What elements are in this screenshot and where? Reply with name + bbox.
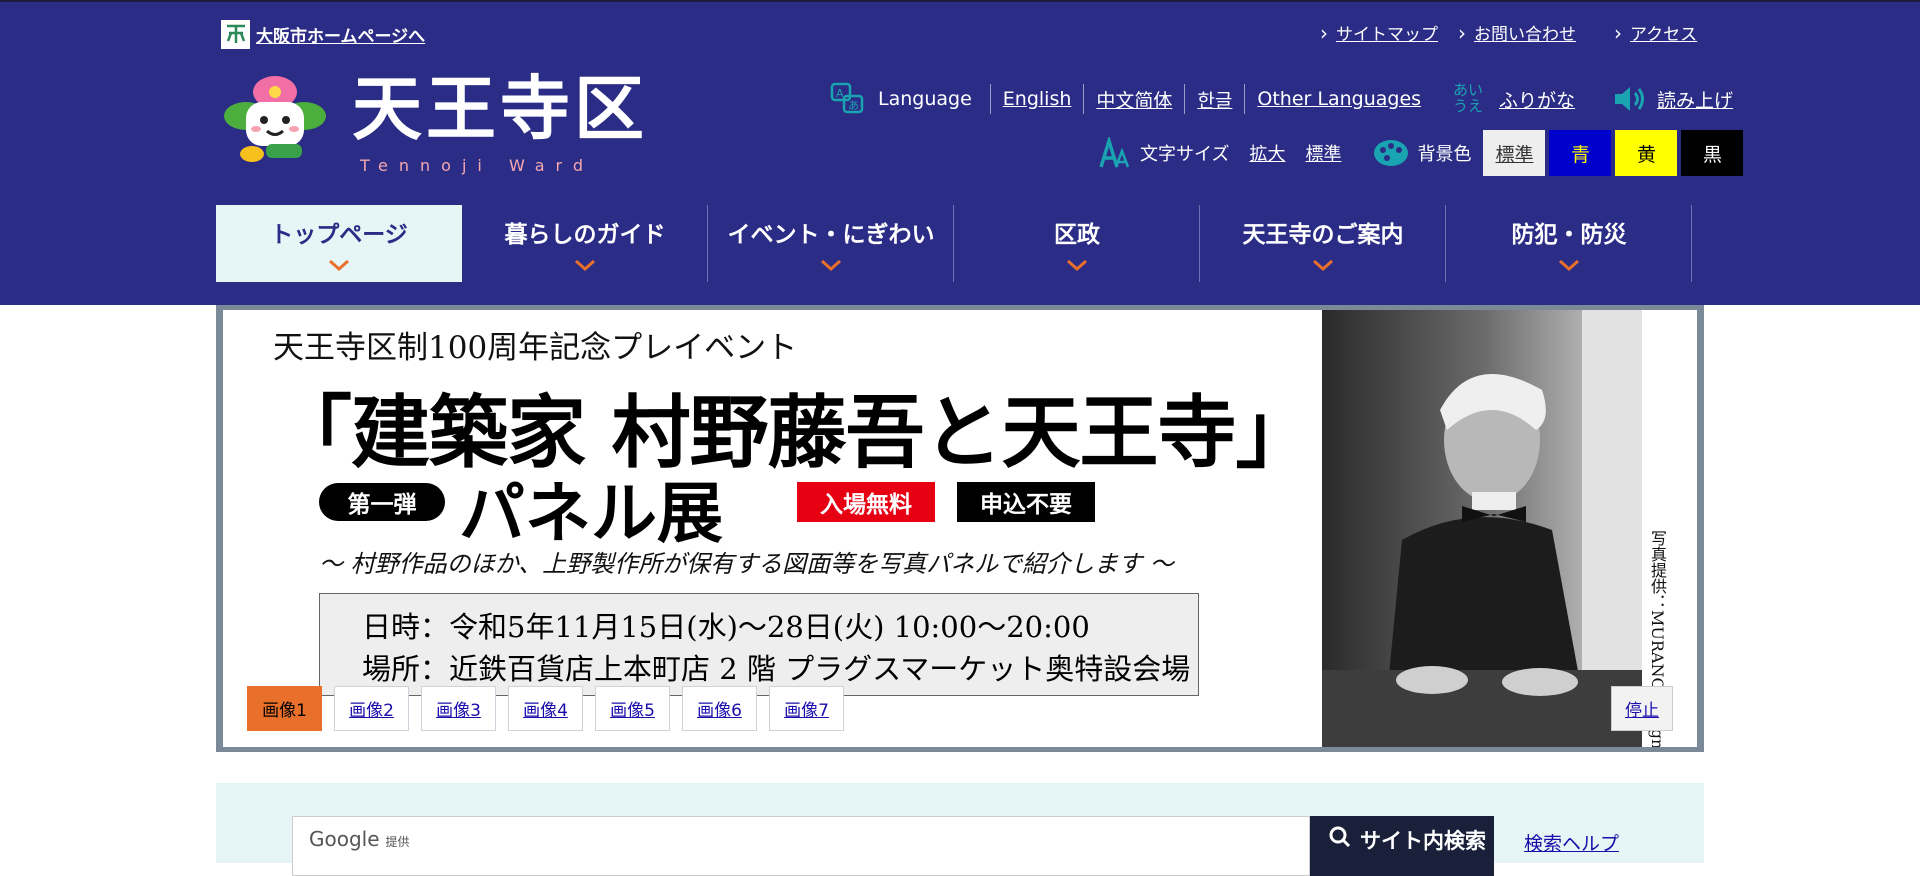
slide-thumb-1[interactable]: 画像1 [247, 686, 322, 731]
google-provided-label: 提供 [385, 835, 410, 849]
contact-link-wrap: › お問い合わせ [1458, 20, 1576, 46]
bg-black-button[interactable]: 黒 [1681, 130, 1744, 176]
slider-thumbnails: 画像1 画像2 画像3 画像4 画像5 画像6 画像7 [247, 686, 844, 731]
slide-title-pre-event: 天王寺区制100周年記念プレイベント [273, 330, 798, 366]
bg-yellow-button[interactable]: 黄 [1615, 130, 1678, 176]
nav-label: 区政 [1054, 222, 1100, 248]
slide-thumb-5[interactable]: 画像5 [595, 686, 670, 731]
search-icon [1329, 826, 1351, 848]
nav-label: トップページ [270, 222, 408, 248]
slide-thumb-7[interactable]: 画像7 [769, 686, 844, 731]
read-aloud-link[interactable]: 読み上げ [1657, 86, 1733, 113]
nav-ward-admin[interactable]: 区政 [954, 205, 1200, 282]
sitemap-link-wrap: › サイトマップ [1320, 20, 1438, 46]
divider [1184, 84, 1186, 114]
architect-photo [1322, 310, 1642, 747]
divider [1691, 205, 1692, 282]
speaker-icon [1613, 84, 1647, 114]
slide-panel-exhibition: パネル展 [459, 474, 723, 552]
hero-slider: 天王寺区制100周年記念プレイベント 「建築家 村野藤吾と天王寺」 第一弾 パネ… [216, 305, 1704, 752]
svg-text:あ: あ [848, 99, 859, 112]
nav-label: 防犯・防災 [1511, 222, 1627, 248]
nav-label: 暮らしのガイド [504, 222, 666, 248]
text-size-icon [1098, 137, 1130, 169]
google-branding: Google 提供 [309, 827, 410, 851]
chevron-right-icon: › [1458, 20, 1466, 45]
site-header: 大阪市ホームページへ › サイトマップ › お問い合わせ › アクセス 天王寺区… [0, 0, 1920, 305]
search-input[interactable]: Google 提供 [292, 816, 1310, 876]
divider [989, 84, 991, 114]
slide-subtitle: ～ 村野作品のほか、上野製作所が保有する図面等を写真パネルで紹介します ～ [319, 550, 1174, 578]
nav-safety[interactable]: 防犯・防災 [1446, 205, 1692, 282]
slide-info-box: 日時：令和5年11月15日(水)～28日(火) 10:00～20:00 場所：近… [319, 593, 1199, 696]
osaka-city-mark-icon [221, 19, 250, 49]
chevron-down-icon [1559, 259, 1579, 271]
language-icon: A あ [830, 82, 866, 116]
slide-datetime: 日時：令和5年11月15日(水)～28日(火) 10:00～20:00 [362, 610, 1090, 644]
search-help-link[interactable]: 検索ヘルプ [1524, 829, 1619, 856]
lang-english-link[interactable]: English [1003, 88, 1072, 110]
text-size-standard-link[interactable]: 標準 [1305, 140, 1341, 166]
chevron-down-icon [1313, 259, 1333, 271]
palette-icon [1373, 138, 1409, 168]
sitemap-link[interactable]: サイトマップ [1336, 20, 1438, 45]
mascot-logo-icon[interactable] [222, 74, 328, 166]
google-label: Google [309, 827, 380, 851]
divider [1244, 84, 1246, 114]
text-size-enlarge-link[interactable]: 拡大 [1249, 140, 1285, 166]
text-size-label: 文字サイズ [1140, 144, 1230, 165]
slide-no-application: 申込不要 [957, 482, 1095, 522]
lang-korean-link[interactable]: 한글 [1197, 86, 1232, 113]
slide-thumb-4[interactable]: 画像4 [508, 686, 583, 731]
bg-blue-button[interactable]: 青 [1549, 130, 1612, 176]
access-link-wrap: › アクセス [1614, 20, 1697, 46]
nav-label: イベント・にぎわい [727, 222, 935, 248]
nav-top-page[interactable]: トップページ [216, 205, 462, 282]
chevron-down-icon [575, 259, 595, 271]
ward-name-en: Tennoji Ward [360, 156, 594, 175]
slide-free-admission: 入場無料 [797, 482, 935, 522]
chevron-down-icon [821, 259, 841, 271]
slider-stop-button[interactable]: 停止 [1611, 686, 1673, 731]
slide-banner[interactable]: 天王寺区制100周年記念プレイベント 「建築家 村野藤吾と天王寺」 第一弾 パネ… [223, 310, 1697, 747]
chevron-down-icon [329, 259, 349, 271]
osaka-city-link-label: 大阪市ホームページへ [256, 26, 426, 47]
lang-chinese-link[interactable]: 中文简体 [1096, 86, 1172, 113]
divider [1083, 84, 1085, 114]
nav-events[interactable]: イベント・にぎわい [708, 205, 954, 282]
contact-link[interactable]: お問い合わせ [1474, 20, 1576, 45]
chevron-down-icon [1067, 259, 1087, 271]
language-label: Language [878, 88, 972, 110]
slide-thumb-2[interactable]: 画像2 [334, 686, 409, 731]
slide-place: 場所：近鉄百貨店上本町店 2 階 プラグスマーケット奥特設会場 [362, 652, 1191, 686]
accessibility-tools: 文字サイズ 拡大 標準 背景色 標準 青 黄 黒 [1098, 130, 1744, 176]
slide-title-main: 「建築家 村野藤吾と天王寺」 [273, 386, 1315, 479]
global-nav: トップページ 暮らしのガイド イベント・にぎわい 区政 天王寺のご案内 防犯・防… [216, 205, 1692, 282]
nav-label: 天王寺のご案内 [1242, 222, 1404, 248]
lang-other-link[interactable]: Other Languages [1257, 88, 1421, 110]
furigana-icon: あい うえ [1453, 81, 1484, 115]
site-search-label: サイト内検索 [1360, 829, 1486, 853]
chevron-right-icon: › [1320, 20, 1328, 45]
access-link[interactable]: アクセス [1630, 20, 1697, 45]
ward-name-logo[interactable]: 天王寺区 [352, 74, 648, 144]
slide-part-badge: 第一弾 [319, 483, 445, 521]
nav-living-guide[interactable]: 暮らしのガイド [462, 205, 708, 282]
language-bar: A あ Language English 中文简体 한글 Other Langu… [830, 81, 1733, 116]
bg-color-label: 背景色 [1417, 144, 1472, 165]
search-section: Google 提供 サイト内検索 検索ヘルプ [216, 783, 1704, 876]
bg-standard-button[interactable]: 標準 [1483, 130, 1546, 176]
osaka-city-link[interactable]: 大阪市ホームページへ [221, 19, 425, 49]
site-search-button[interactable]: サイト内検索 [1310, 816, 1494, 876]
furigana-link[interactable]: ふりがな [1499, 86, 1575, 113]
slide-thumb-3[interactable]: 画像3 [421, 686, 496, 731]
svg-text:A: A [836, 87, 844, 100]
chevron-right-icon: › [1614, 20, 1622, 45]
nav-tennoji-guide[interactable]: 天王寺のご案内 [1200, 205, 1446, 282]
slide-thumb-6[interactable]: 画像6 [682, 686, 757, 731]
